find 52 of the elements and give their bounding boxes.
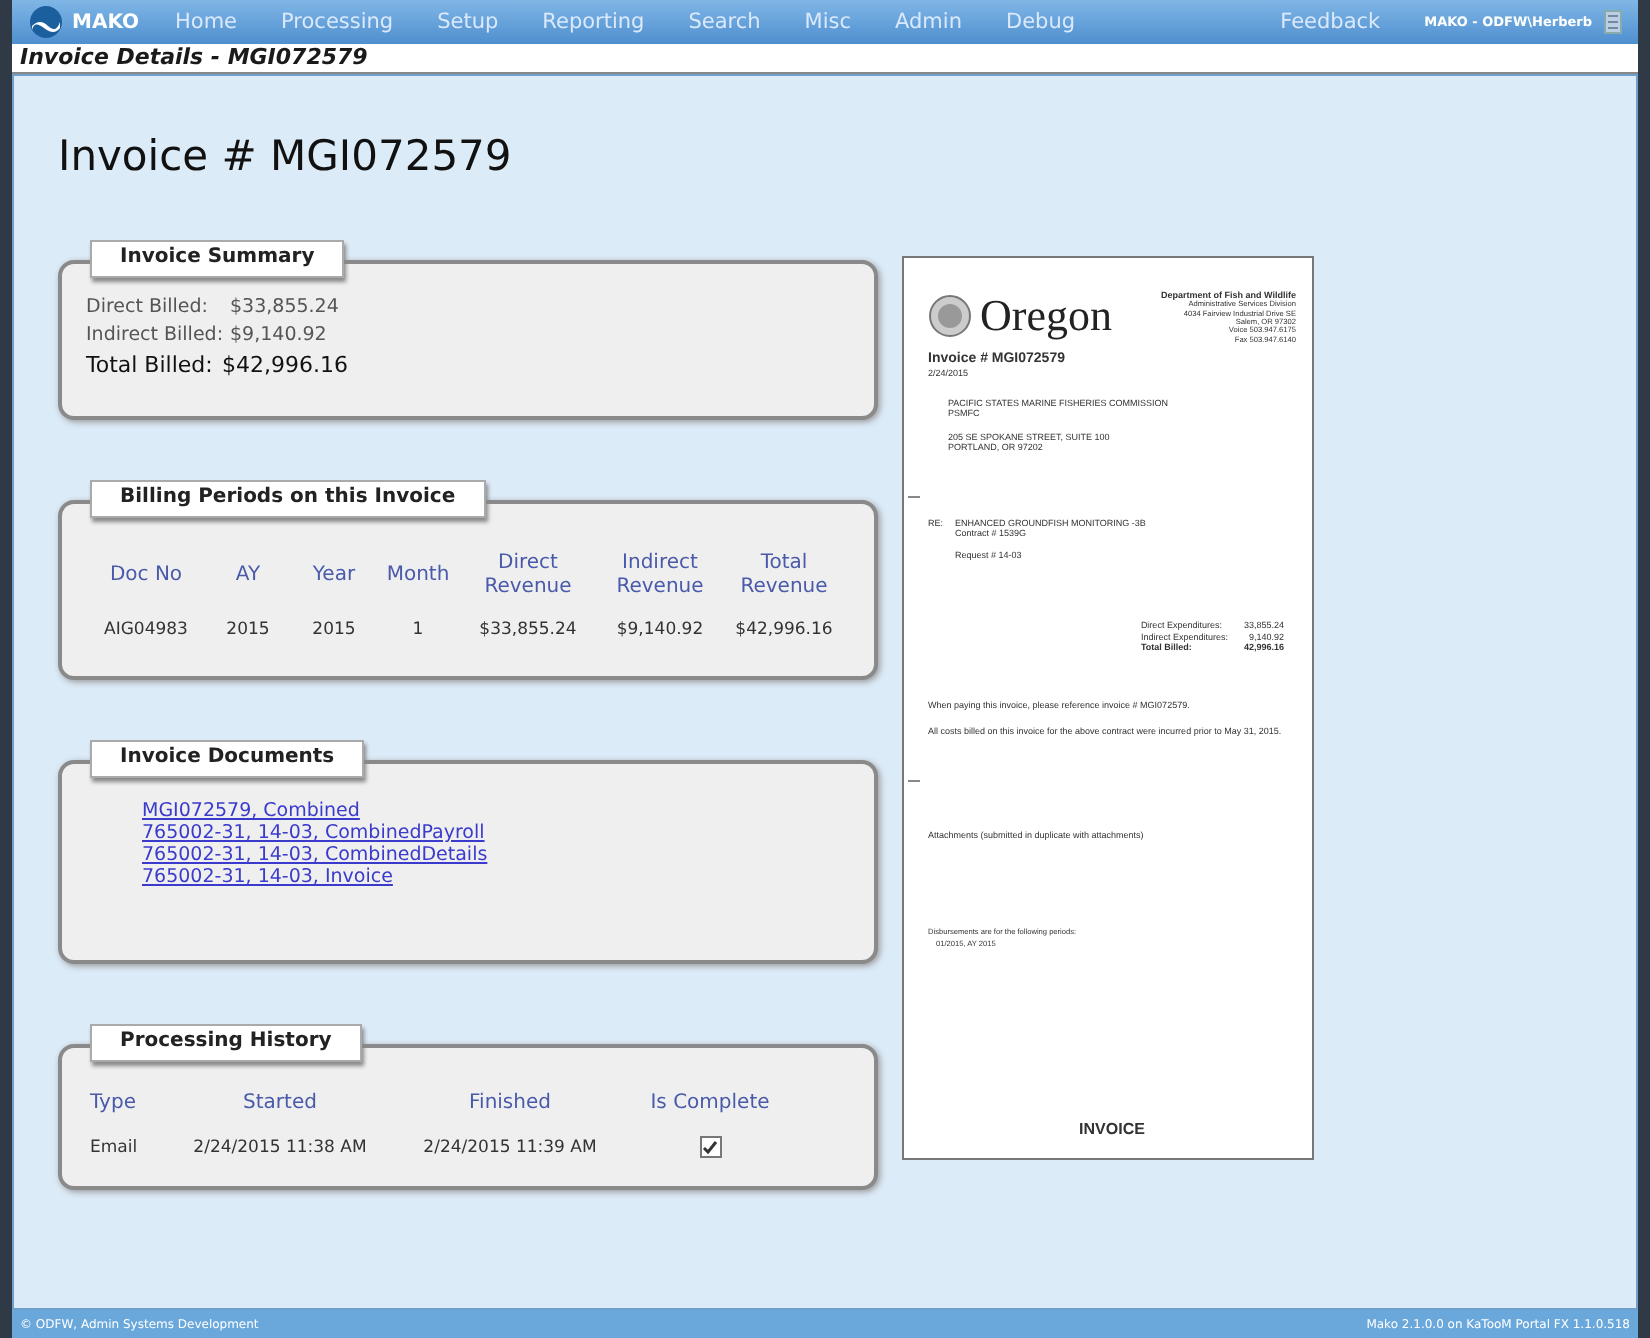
summary-value: $42,996.16 xyxy=(222,352,348,378)
column-header: Is Complete xyxy=(648,1092,772,1116)
table-cell-text: 2/24/2015 11:38 AM xyxy=(191,1137,369,1157)
nav-item[interactable]: Misc xyxy=(804,10,852,34)
summary-value: $33,855.24 xyxy=(230,296,339,318)
section-title: Billing Periods on this Invoice xyxy=(90,480,486,518)
nav-item[interactable]: Reporting xyxy=(542,10,645,34)
table-cell-text: 2/24/2015 11:39 AM xyxy=(421,1137,599,1157)
document-link[interactable]: MGI072579, Combined xyxy=(142,800,794,822)
invoice-heading: Invoice # MGI072579 xyxy=(58,132,514,180)
summary-value: $9,140.92 xyxy=(230,324,327,346)
table-cell-text: 1 xyxy=(410,620,426,640)
column-header: Direct Revenue xyxy=(482,552,574,600)
document-link[interactable]: 765002-31, 14-03, CombinedDetails xyxy=(142,844,794,866)
feedback-link[interactable]: Feedback xyxy=(1280,10,1381,34)
document-link[interactable]: 765002-31, 14-03, CombinedPayroll xyxy=(142,822,794,844)
summary-label: Direct Billed: xyxy=(86,296,210,318)
table-cell-text: 2015 xyxy=(224,620,272,640)
nav-item[interactable]: Home xyxy=(175,10,238,34)
column-header: Started xyxy=(241,1092,319,1116)
column-header: Finished xyxy=(467,1092,553,1116)
logo-icon xyxy=(28,4,64,40)
oregon-logo: Oregon xyxy=(980,290,1112,342)
section-title: Processing History xyxy=(90,1024,362,1062)
table-cell-text: $9,140.92 xyxy=(614,620,706,640)
table-cell-text: $33,855.24 xyxy=(477,620,579,640)
column-header: Doc No xyxy=(107,564,185,588)
nav-item[interactable]: Search xyxy=(688,10,761,34)
table-cell-text: AIG04983 xyxy=(102,620,190,640)
document-footer-title: INVOICE xyxy=(1077,1119,1147,1138)
column-header: Total Revenue xyxy=(738,552,830,600)
nav-item[interactable]: Setup xyxy=(437,10,499,34)
menu-icon[interactable] xyxy=(1604,10,1622,34)
column-header: Year xyxy=(310,564,358,588)
table-cell-text: 2015 xyxy=(310,620,358,640)
column-header: Type xyxy=(90,1092,138,1116)
column-header: AY xyxy=(233,564,263,588)
seal-icon xyxy=(928,294,972,338)
nav-item[interactable]: Processing xyxy=(281,10,394,34)
table-cell-text: $42,996.16 xyxy=(733,620,835,640)
section-title: Invoice Summary xyxy=(90,240,345,278)
document-link[interactable]: 765002-31, 14-03, Invoice xyxy=(142,866,794,888)
nav-item[interactable]: Debug xyxy=(1005,10,1076,34)
summary-label: Indirect Billed: xyxy=(86,324,226,346)
nav-item[interactable]: Admin xyxy=(895,10,962,34)
page-title: Invoice Details - MGI072579 xyxy=(12,44,1638,74)
summary-label: Total Billed: xyxy=(86,352,215,378)
section-title: Invoice Documents xyxy=(90,740,365,778)
table-cell-text: Email xyxy=(90,1137,140,1157)
column-header: Indirect Revenue xyxy=(614,552,706,600)
app-logo: MAKO xyxy=(72,11,139,33)
column-header: Month xyxy=(384,564,452,588)
